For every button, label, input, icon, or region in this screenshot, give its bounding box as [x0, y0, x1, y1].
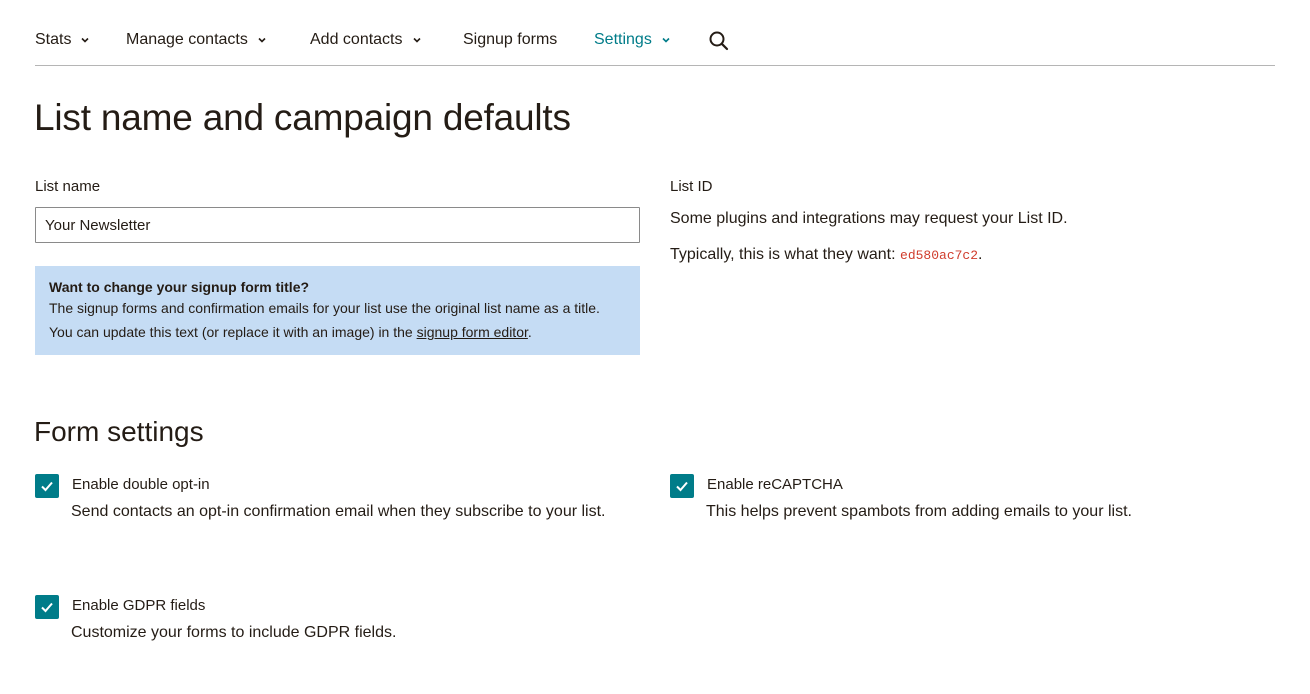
nav-item-label: Stats — [35, 31, 72, 48]
checkmark-icon — [41, 602, 53, 613]
chevron-down-icon — [662, 37, 670, 43]
chevron-down-icon — [412, 37, 421, 43]
gdpr-checkbox[interactable] — [35, 595, 59, 619]
signup-title-info-box: Want to change your signup form title? T… — [35, 266, 640, 355]
checkmark-icon — [676, 481, 688, 492]
list-id-typical: Typically, this is what they want: ed580… — [670, 246, 982, 264]
nav-item-manage-contacts[interactable]: Manage contacts — [126, 31, 268, 49]
gdpr-description: Customize your forms to include GDPR fie… — [71, 624, 397, 641]
info-box-title: Want to change your signup form title? — [49, 279, 310, 295]
chevron-down-icon — [258, 37, 266, 43]
checkmark-icon — [41, 481, 53, 492]
double-optin-checkbox[interactable] — [35, 474, 59, 498]
gdpr-label: Enable GDPR fields — [72, 597, 206, 614]
info-box-end: . — [527, 324, 532, 340]
nav-item-stats[interactable]: Stats — [35, 31, 91, 49]
form-settings-heading: Form settings — [34, 416, 204, 447]
nav-item-label: Add contacts — [310, 31, 403, 48]
double-optin-description: Send contacts an opt-in confirmation ema… — [71, 503, 606, 520]
recaptcha-checkbox[interactable] — [670, 474, 694, 498]
recaptcha-label: Enable reCAPTCHA — [707, 476, 843, 493]
recaptcha-description: This helps prevent spambots from adding … — [706, 503, 1132, 520]
list-id-prefix: Typically, this is what they want: — [670, 246, 901, 263]
signup-form-editor-link[interactable]: signup form editor — [417, 324, 528, 340]
nav-item-settings[interactable]: Settings — [594, 31, 672, 49]
chevron-down-icon — [81, 37, 90, 43]
nav-item-label: Manage contacts — [126, 31, 248, 48]
list-id-value: ed580ac7c2 — [900, 248, 979, 263]
double-optin-label: Enable double opt-in — [72, 476, 210, 493]
list-id-label: List ID — [670, 178, 713, 195]
search-icon[interactable] — [708, 30, 730, 52]
list-name-label: List name — [35, 178, 101, 195]
nav-item-signup-forms[interactable]: Signup forms — [463, 31, 557, 49]
nav-item-label: Settings — [594, 31, 652, 48]
page-title: List name and campaign defaults — [34, 97, 571, 138]
nav-item-label: Signup forms — [463, 31, 558, 48]
list-id-suffix: . — [978, 246, 983, 263]
list-id-description: Some plugins and integrations may reques… — [670, 210, 1068, 227]
top-nav: Stats Manage contacts Add contacts Signu… — [35, 22, 1275, 66]
list-name-input[interactable] — [35, 207, 640, 243]
nav-item-add-contacts[interactable]: Add contacts — [310, 31, 423, 49]
